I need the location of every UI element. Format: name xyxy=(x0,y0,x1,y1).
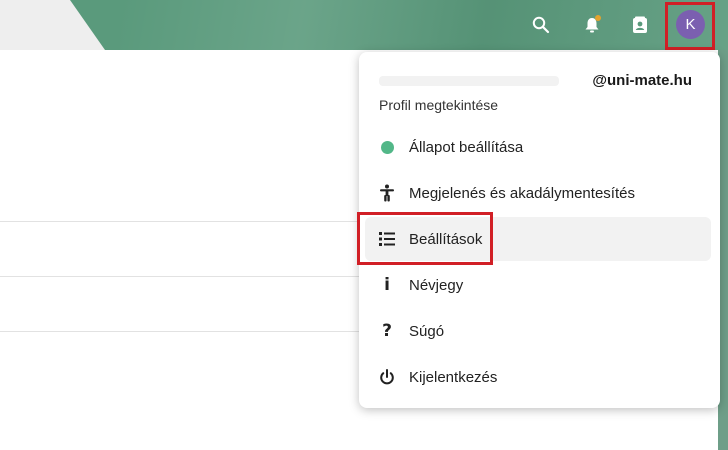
menu-item-label: Kijelentkezés xyxy=(409,368,498,386)
contacts-icon xyxy=(631,16,649,34)
top-header: K xyxy=(0,0,728,50)
menu-item-logout[interactable]: Kijelentkezés xyxy=(365,355,711,399)
divider xyxy=(0,276,360,277)
power-icon xyxy=(373,369,401,385)
menu-item-label: Állapot beállítása xyxy=(409,138,524,156)
redacted-username xyxy=(379,76,559,86)
accessibility-icon xyxy=(373,184,401,202)
search-icon xyxy=(532,16,550,34)
status-dot-icon xyxy=(373,140,401,154)
menu-item-about[interactable]: i Névjegy xyxy=(365,263,711,307)
menu-item-help[interactable]: ? Súgó xyxy=(365,309,711,353)
search-button[interactable] xyxy=(525,9,557,41)
notification-dot xyxy=(595,15,601,21)
notifications-button[interactable] xyxy=(576,9,608,41)
menu-item-label: Súgó xyxy=(409,322,445,340)
divider xyxy=(0,221,360,222)
settings-highlight xyxy=(357,212,493,265)
menu-item-set-status[interactable]: Állapot beállítása xyxy=(365,125,711,169)
header-left-panel xyxy=(0,0,105,50)
menu-item-appearance[interactable]: Megjelenés és akadálymentesítés xyxy=(365,171,711,215)
avatar[interactable]: K xyxy=(676,10,705,39)
account-email: @uni-mate.hu xyxy=(592,72,692,89)
view-profile-link[interactable]: Profil megtekintése xyxy=(379,97,498,113)
info-icon: i xyxy=(384,275,390,295)
contacts-button[interactable] xyxy=(624,9,656,41)
help-icon: ? xyxy=(382,321,392,341)
avatar-highlight: K xyxy=(665,2,715,50)
divider xyxy=(0,331,360,332)
menu-item-label: Megjelenés és akadálymentesítés xyxy=(409,184,635,202)
menu-item-label: Névjegy xyxy=(409,276,464,294)
